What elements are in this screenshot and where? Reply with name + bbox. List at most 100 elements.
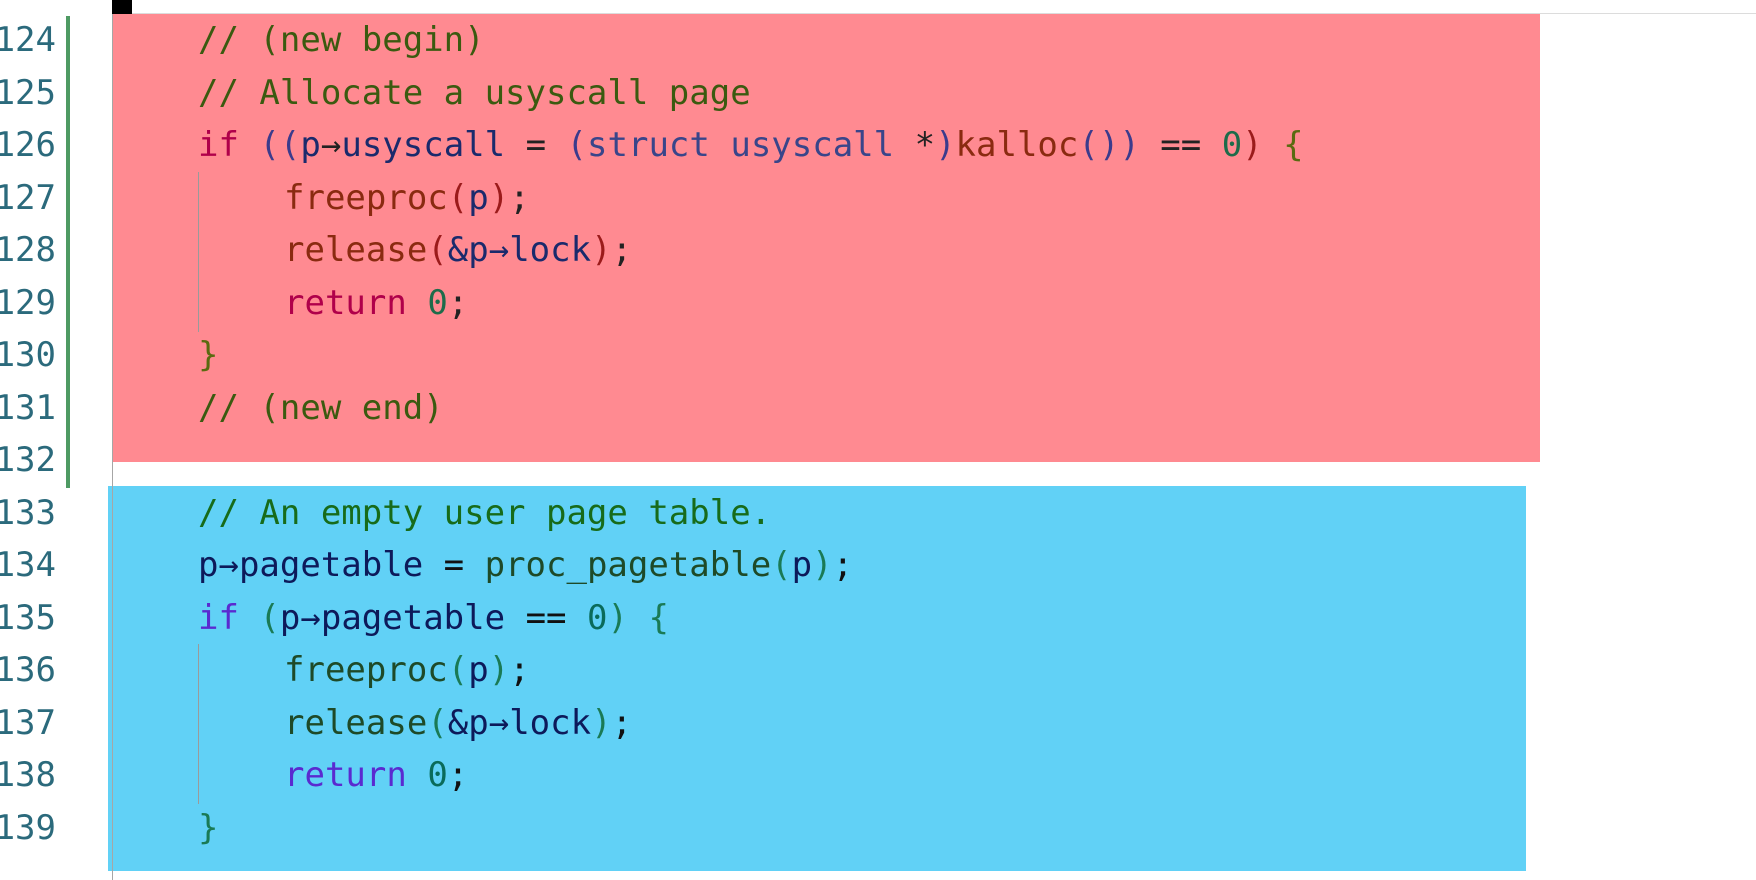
code-token: p: [300, 125, 321, 165]
code-token: ;: [509, 177, 530, 218]
code-token: ): [935, 125, 956, 165]
code-token: }: [198, 807, 219, 848]
line-number: 124: [0, 20, 56, 60]
code-line[interactable]: 128 release(&p→lock);: [0, 224, 1756, 276]
code-line[interactable]: 125 // Allocate a usyscall page: [0, 67, 1756, 119]
code-token: }: [198, 335, 219, 375]
code-text[interactable]: return 0;: [284, 277, 468, 329]
code-token: (: [427, 702, 448, 743]
code-token: release: [284, 702, 428, 743]
code-token: ==: [1139, 125, 1222, 165]
code-token: // (new begin): [198, 20, 485, 60]
code-line[interactable]: 124 // (new begin): [0, 14, 1756, 66]
code-token: ==: [505, 597, 587, 638]
code-token: return: [284, 755, 407, 795]
line-number: 132: [0, 440, 56, 480]
code-line[interactable]: 126 if ((p→usyscall = (struct usyscall *)…: [0, 119, 1756, 171]
code-token: ): [812, 545, 833, 585]
code-token: ;: [611, 230, 633, 270]
line-number: 135: [0, 597, 56, 638]
line-number: 130: [0, 335, 56, 375]
code-line[interactable]: 132: [0, 434, 1756, 486]
code-line[interactable]: 133 // An empty user page table.: [0, 487, 1756, 539]
code-token: ;: [509, 650, 530, 690]
code-line[interactable]: 130}: [0, 329, 1756, 381]
code-editor[interactable]: 124 // (new begin) 125 // Allocate a usysca…: [0, 0, 1756, 880]
line-number: 138: [0, 755, 56, 795]
code-text[interactable]: // Allocate a usyscall page: [198, 67, 751, 119]
code-line[interactable]: 129 return 0;: [0, 277, 1756, 329]
code-line[interactable]: 131 // (new end): [0, 382, 1756, 434]
line-number: 128: [0, 230, 56, 270]
code-token: 0: [586, 597, 608, 638]
code-token: if: [198, 125, 239, 165]
line-number: 137: [0, 702, 56, 743]
code-token: return: [284, 282, 407, 323]
code-token: usyscall: [341, 125, 506, 165]
code-line[interactable]: 138 return 0;: [0, 749, 1756, 801]
code-token: proc_pagetable: [484, 545, 772, 585]
code-line[interactable]: 136 freeproc(p);: [0, 644, 1756, 696]
code-token: p: [791, 545, 813, 585]
code-token: p: [468, 177, 489, 218]
code-token: ;: [447, 282, 469, 323]
code-token: struct: [587, 125, 710, 165]
code-token: ((: [259, 125, 301, 165]
code-token: kalloc: [955, 125, 1079, 165]
code-token: (: [447, 650, 469, 690]
code-token: ;: [447, 755, 469, 795]
code-token: p→pagetable: [198, 545, 424, 585]
line-number: 129: [0, 282, 56, 323]
code-token: (: [771, 545, 792, 585]
code-token: ): [488, 650, 510, 690]
code-token: &p→lock: [447, 702, 592, 743]
code-token: =: [505, 125, 567, 165]
code-token: ): [591, 230, 612, 270]
code-line[interactable]: 134 p→pagetable = proc_pagetable(p);: [0, 539, 1756, 591]
code-token: 0: [1221, 125, 1243, 165]
code-token: ;: [611, 702, 633, 743]
code-token: usyscall: [730, 125, 895, 165]
code-text[interactable]: // (new begin): [198, 14, 485, 66]
code-text[interactable]: if ((p→usyscall = (struct usyscall *)kal…: [198, 119, 1304, 171]
code-text[interactable]: // (new end): [198, 382, 444, 434]
code-text[interactable]: p→pagetable = proc_pagetable(p);: [198, 539, 853, 591]
code-line[interactable]: 127 freeproc(p);: [0, 172, 1756, 224]
code-text[interactable]: freeproc(p);: [284, 644, 530, 696]
line-number: 139: [0, 807, 56, 848]
code-text[interactable]: release(&p→lock);: [284, 697, 632, 749]
line-number: 134: [0, 545, 56, 585]
code-token: // (new end): [198, 387, 444, 428]
code-text[interactable]: }: [198, 802, 218, 854]
code-token: ): [591, 702, 612, 743]
code-text[interactable]: release(&p→lock);: [284, 224, 632, 276]
code-token: p→pagetable: [279, 597, 506, 638]
code-line[interactable]: 137 release(&p→lock);: [0, 697, 1756, 749]
code-token: ;: [832, 545, 854, 585]
code-token: =: [423, 545, 485, 585]
code-token: ): [607, 597, 628, 638]
code-token: freeproc: [284, 177, 448, 218]
code-token: (: [259, 597, 280, 638]
line-number: 127: [0, 177, 56, 218]
code-text[interactable]: freeproc(p);: [284, 172, 530, 224]
code-token: 0: [427, 755, 448, 795]
code-text[interactable]: if (p→pagetable == 0) {: [198, 592, 669, 644]
code-token: (: [427, 230, 448, 270]
code-token: {: [1283, 125, 1304, 165]
code-line[interactable]: 135 if (p→pagetable == 0) {: [0, 592, 1756, 644]
code-token: ): [1242, 125, 1263, 165]
code-token: ()): [1078, 125, 1140, 165]
code-token: &p→lock: [447, 230, 592, 270]
code-line[interactable]: 139}: [0, 802, 1756, 854]
line-number: 126: [0, 125, 56, 165]
code-text[interactable]: // An empty user page table.: [198, 487, 771, 539]
code-token: freeproc: [284, 650, 448, 690]
code-text[interactable]: }: [198, 329, 218, 381]
code-text[interactable]: return 0;: [284, 749, 468, 801]
code-token: p: [468, 650, 489, 690]
code-token: (: [566, 125, 588, 165]
